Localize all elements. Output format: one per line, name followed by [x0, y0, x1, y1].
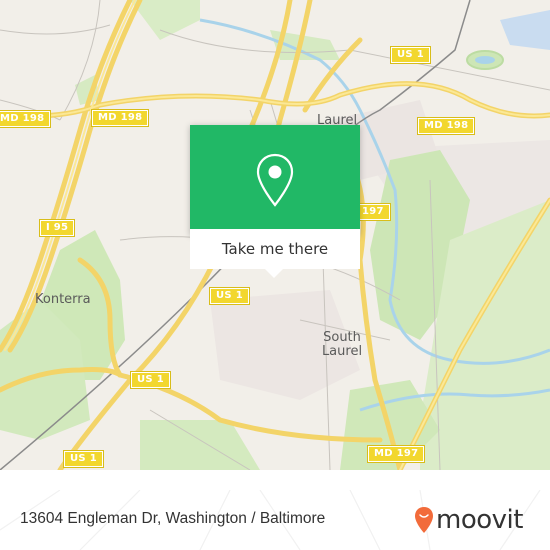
place-label-konterra: Konterra: [35, 292, 91, 307]
route-shield-us1: US 1: [130, 371, 171, 389]
map-canvas[interactable]: Laurel Konterra South Laurel MD 198 MD 1…: [0, 0, 550, 470]
route-shield-i95: I 95: [38, 219, 76, 237]
route-shield-md198: MD 198: [416, 117, 476, 135]
footer-bar: 13604 Engleman Dr, Washington / Baltimor…: [0, 490, 550, 550]
map-pin-icon: [256, 153, 294, 207]
moovit-wordmark: moovit: [436, 505, 523, 535]
route-shield-md197: 197: [355, 203, 391, 221]
take-me-there-button[interactable]: Take me there: [190, 229, 360, 269]
route-shield-us1: US 1: [63, 450, 104, 468]
moovit-pin-icon: [415, 507, 433, 533]
route-shield-us1: US 1: [209, 287, 250, 305]
address-text: 13604 Engleman Dr, Washington / Baltimor…: [20, 510, 326, 527]
place-label-south-laurel: South Laurel: [321, 330, 363, 359]
moovit-logo[interactable]: moovit: [414, 504, 523, 536]
route-shield-md198: MD 198: [90, 109, 150, 127]
popup-pointer: [265, 269, 283, 278]
popup-header: [190, 125, 360, 229]
location-popup: Take me there: [190, 125, 360, 278]
route-shield-md198: MD 198: [0, 110, 52, 128]
route-shield-us1: US 1: [390, 46, 431, 64]
route-shield-md197: MD 197: [366, 445, 426, 463]
